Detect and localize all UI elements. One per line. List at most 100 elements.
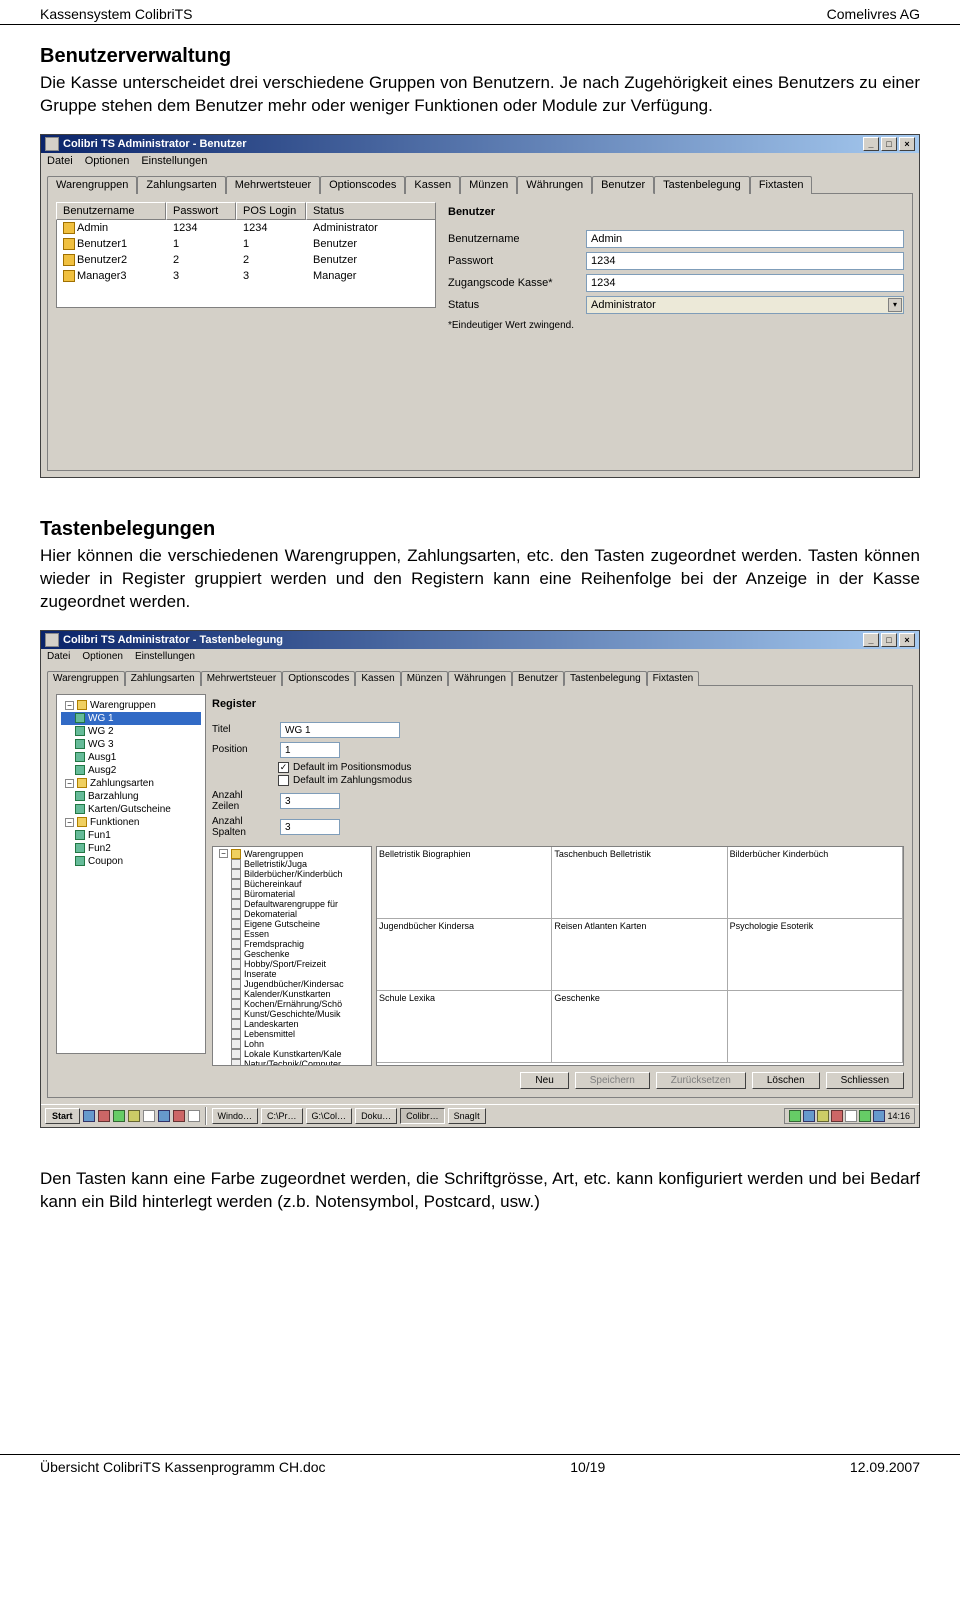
catalog-item[interactable]: Defaultwarengruppe für (215, 899, 369, 909)
catalog-item[interactable]: Geschenke (215, 949, 369, 959)
tree-item[interactable]: WG 3 (61, 738, 201, 751)
taskbar-item[interactable]: Windo… (212, 1108, 259, 1124)
start-button[interactable]: Start (45, 1108, 80, 1124)
grid-cell[interactable]: Schule Lexika (377, 991, 552, 1062)
catalog-item[interactable]: Natur/Technik/Computer (215, 1059, 369, 1066)
input-passwort[interactable]: 1234 (586, 252, 904, 270)
catalog-tree[interactable]: −Warengruppen Belletristik/JugaBilderbüc… (212, 846, 372, 1066)
tree-item[interactable]: Fun1 (61, 829, 201, 842)
input-zeilen[interactable]: 3 (280, 793, 340, 809)
grid-cell[interactable]: Belletristik Biographien (377, 847, 552, 918)
loeschen-button[interactable]: Löschen (752, 1072, 820, 1089)
register-tree[interactable]: −Warengruppen WG 1 WG 2 WG 3 Ausg1 Ausg2… (56, 694, 206, 1054)
col-passwort[interactable]: Passwort (166, 202, 236, 220)
tray-icon[interactable] (859, 1110, 871, 1122)
input-zugangscode[interactable]: 1234 (586, 274, 904, 292)
catalog-item[interactable]: Landeskarten (215, 1019, 369, 1029)
tree-item[interactable]: Karten/Gutscheine (61, 803, 201, 816)
catalog-item[interactable]: Lohn (215, 1039, 369, 1049)
collapse-icon[interactable]: − (65, 779, 74, 788)
tab-optionscodes[interactable]: Optionscodes (320, 176, 405, 194)
quicklaunch-icon[interactable] (173, 1110, 185, 1122)
quicklaunch-icon[interactable] (158, 1110, 170, 1122)
table-row[interactable]: Benutzer2 2 2 Benutzer (57, 252, 435, 268)
catalog-item[interactable]: Essen (215, 929, 369, 939)
close-button[interactable]: × (899, 137, 915, 151)
quicklaunch-icon[interactable] (98, 1110, 110, 1122)
collapse-icon[interactable]: − (219, 849, 228, 858)
catalog-item[interactable]: Lebensmittel (215, 1029, 369, 1039)
minimize-button[interactable]: _ (863, 137, 879, 151)
col-benutzername[interactable]: Benutzername (56, 202, 166, 220)
maximize-button[interactable]: □ (881, 137, 897, 151)
col-poslogin[interactable]: POS Login (236, 202, 306, 220)
table-row[interactable]: Benutzer1 1 1 Benutzer (57, 236, 435, 252)
quicklaunch-icon[interactable] (188, 1110, 200, 1122)
grid-cell[interactable] (728, 991, 903, 1062)
taskbar-item[interactable]: Doku… (355, 1108, 397, 1124)
grid-cell[interactable]: Bilderbücher Kinderbüch (728, 847, 903, 918)
table-row[interactable]: Admin 1234 1234 Administrator (57, 220, 435, 236)
tab-optionscodes[interactable]: Optionscodes (282, 671, 355, 686)
collapse-icon[interactable]: − (65, 818, 74, 827)
tab-fixtasten[interactable]: Fixtasten (750, 176, 813, 194)
catalog-item[interactable]: Jugendbücher/Kindersac (215, 979, 369, 989)
tab-mehrwertsteuer[interactable]: Mehrwertsteuer (201, 671, 282, 686)
catalog-item[interactable]: Kalender/Kunstkarten (215, 989, 369, 999)
tab-kassen[interactable]: Kassen (405, 176, 460, 194)
quicklaunch-icon[interactable] (113, 1110, 125, 1122)
input-benutzername[interactable]: Admin (586, 230, 904, 248)
tab-mehrwertsteuer[interactable]: Mehrwertsteuer (226, 176, 320, 194)
input-position[interactable]: 1 (280, 742, 340, 758)
checkbox-default-zahlung[interactable]: Default im Zahlungsmodus (278, 775, 904, 786)
catalog-item[interactable]: Büromaterial (215, 889, 369, 899)
tab-kassen[interactable]: Kassen (355, 671, 400, 686)
tab-muenzen[interactable]: Münzen (401, 671, 449, 686)
tab-waehrungen[interactable]: Währungen (448, 671, 512, 686)
col-status[interactable]: Status (306, 202, 436, 220)
taskbar-item[interactable]: Colibr… (400, 1108, 445, 1124)
grid-cell[interactable]: Geschenke (552, 991, 727, 1062)
tab-muenzen[interactable]: Münzen (460, 176, 517, 194)
taskbar-item[interactable]: C:\Pr… (261, 1108, 303, 1124)
minimize-button[interactable]: _ (863, 633, 879, 647)
quicklaunch-icon[interactable] (143, 1110, 155, 1122)
collapse-icon[interactable]: − (65, 701, 74, 710)
tab-benutzer[interactable]: Benutzer (512, 671, 564, 686)
tree-item[interactable]: Ausg1 (61, 751, 201, 764)
catalog-item[interactable]: Fremdsprachig (215, 939, 369, 949)
tab-waehrungen[interactable]: Währungen (517, 176, 592, 194)
tree-item[interactable]: WG 1 (61, 712, 201, 725)
catalog-item[interactable]: Dekomaterial (215, 909, 369, 919)
menu-optionen[interactable]: Optionen (85, 155, 130, 167)
catalog-item[interactable]: Belletristik/Juga (215, 859, 369, 869)
tab-benutzer[interactable]: Benutzer (592, 176, 654, 194)
catalog-item[interactable]: Kunst/Geschichte/Musik (215, 1009, 369, 1019)
tree-item[interactable]: Ausg2 (61, 764, 201, 777)
input-spalten[interactable]: 3 (280, 819, 340, 835)
grid-cell[interactable]: Jugendbücher Kindersa (377, 919, 552, 990)
tray-icon[interactable] (831, 1110, 843, 1122)
tab-zahlungsarten[interactable]: Zahlungsarten (125, 671, 201, 686)
taskbar-item[interactable]: G:\Col… (306, 1108, 353, 1124)
tab-warengruppen[interactable]: Warengruppen (47, 176, 137, 194)
tray-icon[interactable] (845, 1110, 857, 1122)
tray-icon[interactable] (803, 1110, 815, 1122)
menu-einstellungen[interactable]: Einstellungen (135, 651, 195, 662)
checkbox-default-position[interactable]: ✓Default im Positionsmodus (278, 762, 904, 773)
input-titel[interactable]: WG 1 (280, 722, 400, 738)
catalog-item[interactable]: Eigene Gutscheine (215, 919, 369, 929)
maximize-button[interactable]: □ (881, 633, 897, 647)
catalog-item[interactable]: Kochen/Ernährung/Schö (215, 999, 369, 1009)
zuruecksetzen-button[interactable]: Zurücksetzen (656, 1072, 746, 1089)
grid-cell[interactable]: Psychologie Esoterik (728, 919, 903, 990)
tree-item[interactable]: Coupon (61, 855, 201, 868)
tray-icon[interactable] (789, 1110, 801, 1122)
catalog-item[interactable]: Lokale Kunstkarten/Kale (215, 1049, 369, 1059)
tab-fixtasten[interactable]: Fixtasten (647, 671, 700, 686)
tab-warengruppen[interactable]: Warengruppen (47, 671, 125, 686)
tab-zahlungsarten[interactable]: Zahlungsarten (137, 176, 225, 194)
schliessen-button[interactable]: Schliessen (826, 1072, 904, 1089)
neu-button[interactable]: Neu (520, 1072, 568, 1089)
catalog-item[interactable]: Inserate (215, 969, 369, 979)
